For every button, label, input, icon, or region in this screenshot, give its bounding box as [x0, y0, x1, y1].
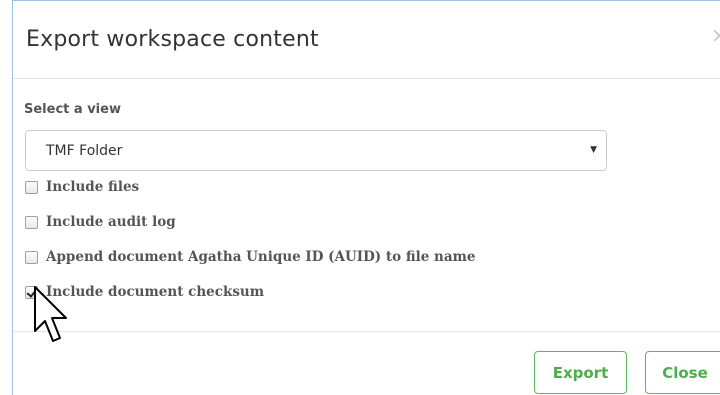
include-files-checkbox[interactable]	[25, 181, 38, 194]
mouse-pointer-icon	[34, 286, 67, 342]
include-audit-log-label: Include audit log	[46, 214, 176, 230]
close-icon[interactable]: ×	[711, 25, 720, 45]
caret-down-icon: ▼	[590, 145, 597, 155]
dialog-footer: Export Close	[13, 331, 720, 395]
close-button[interactable]: Close	[645, 351, 720, 394]
append-auid-label: Append document Agatha Unique ID (AUID) …	[46, 249, 476, 265]
view-select-label: Select a view	[24, 102, 121, 117]
append-auid-checkbox[interactable]	[25, 251, 38, 264]
dialog-header: Export workspace content ×	[13, 1, 720, 79]
export-dialog: Export workspace content × Select a view…	[12, 0, 720, 395]
export-button[interactable]: Export	[534, 351, 627, 394]
view-select[interactable]: TMF Folder ▼	[25, 130, 607, 171]
view-select-value: TMF Folder	[46, 143, 123, 159]
dialog-title: Export workspace content	[26, 27, 319, 52]
include-audit-log-checkbox[interactable]	[25, 216, 38, 229]
include-files-label: Include files	[46, 179, 140, 195]
include-checksum-label: Include document checksum	[46, 284, 265, 300]
